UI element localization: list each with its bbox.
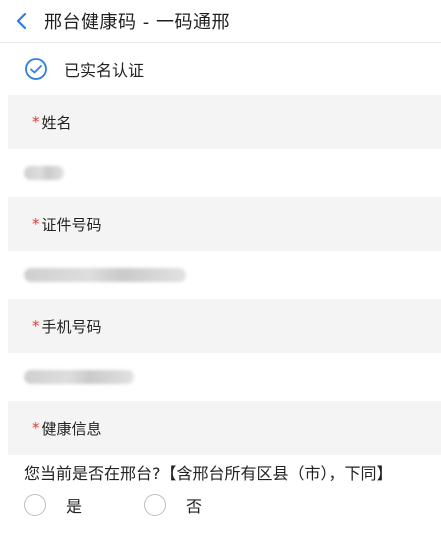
option-yes-label: 是: [66, 497, 83, 516]
option-no[interactable]: 否: [144, 493, 202, 517]
option-yes[interactable]: 是: [24, 493, 82, 517]
name-field-label: * 姓名: [8, 95, 441, 149]
id-number-label: 证件号码: [41, 215, 102, 234]
health-info-label: 健康信息: [41, 419, 102, 438]
name-field[interactable]: [0, 149, 441, 197]
verification-text: 已实名认证: [64, 61, 145, 80]
id-number-field-label: * 证件号码: [8, 197, 441, 251]
radio-no[interactable]: [144, 494, 167, 516]
required-mark: *: [32, 419, 40, 437]
radio-yes[interactable]: [24, 494, 46, 516]
redacted-id-number: [24, 268, 186, 282]
chevron-left-icon: [16, 12, 27, 30]
phone-field-label: * 手机号码: [8, 299, 441, 353]
required-mark: *: [32, 113, 40, 131]
app-header: 邢台健康码 - 一码通邢: [0, 0, 441, 43]
verification-status: 已实名认证: [0, 43, 441, 95]
phone-field[interactable]: [0, 353, 441, 401]
name-label: 姓名: [41, 113, 72, 132]
health-info-label-row: * 健康信息: [8, 401, 441, 455]
location-options: 是 否: [0, 493, 441, 517]
page-title: 邢台健康码 - 一码通邢: [44, 12, 230, 33]
location-question: 您当前是否在邢台?【含邢台所有区县（市），下同】: [24, 464, 393, 483]
required-mark: *: [32, 215, 40, 233]
id-number-field[interactable]: [0, 251, 441, 299]
redacted-name: [24, 166, 64, 180]
back-button[interactable]: [0, 0, 44, 42]
check-circle-icon: [24, 57, 48, 81]
option-no-label: 否: [186, 497, 203, 516]
redacted-phone: [24, 370, 134, 384]
phone-label: 手机号码: [41, 317, 102, 336]
required-mark: *: [32, 317, 40, 335]
